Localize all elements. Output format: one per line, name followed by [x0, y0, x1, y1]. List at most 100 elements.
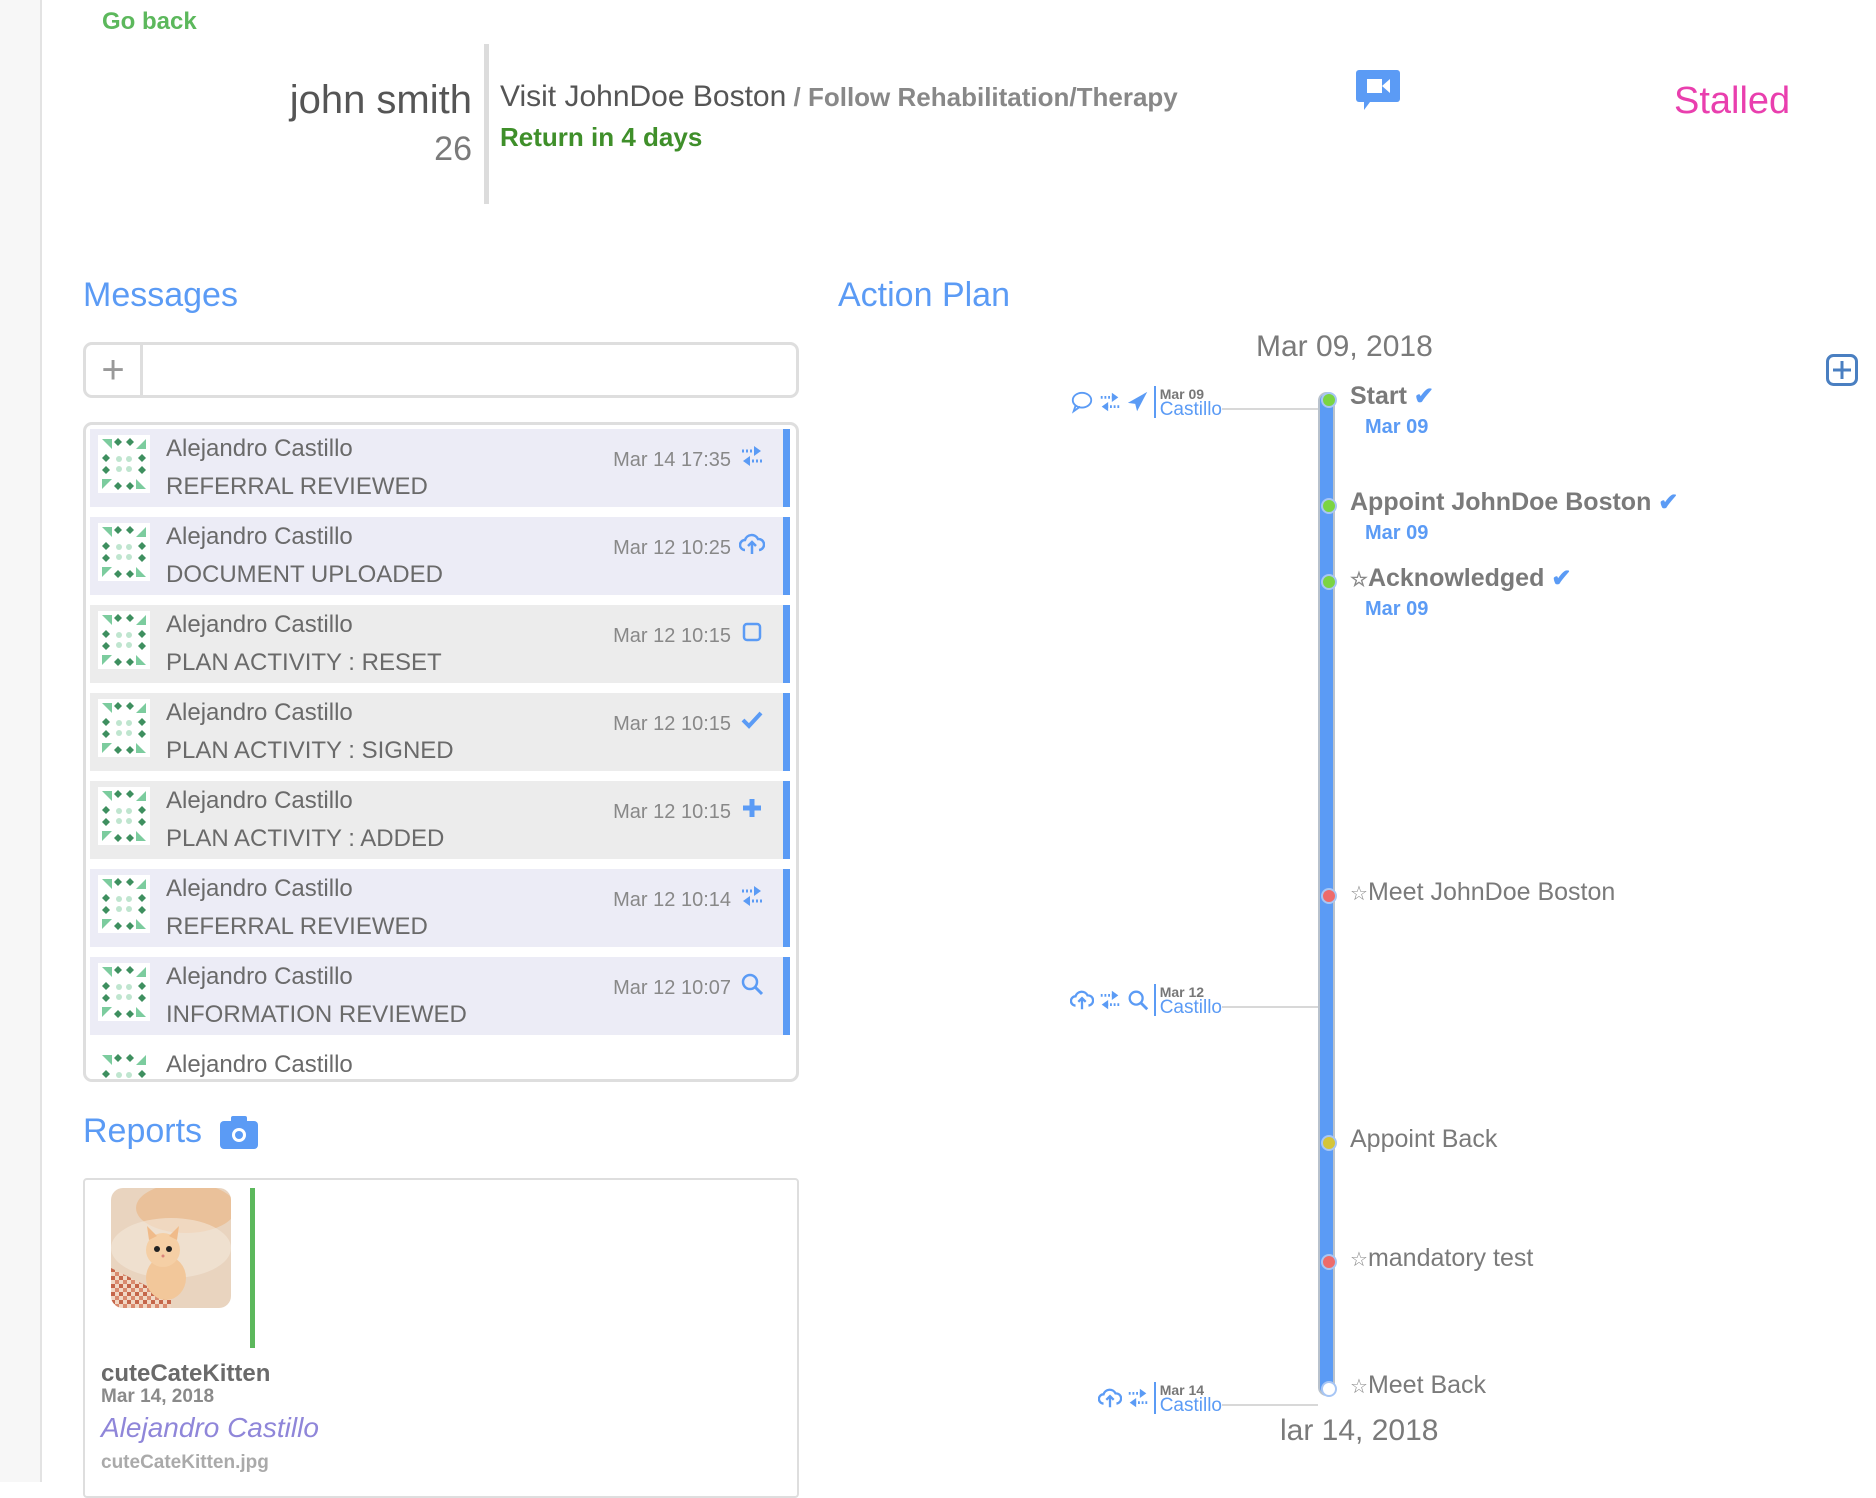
timeline-event[interactable]: Mar 14 Castillo: [1097, 1382, 1222, 1415]
message-type: [738, 531, 766, 557]
step-label: Appoint Back: [1350, 1125, 1498, 1153]
exchange-icon: [1128, 1388, 1147, 1408]
timeline-event[interactable]: Mar 12 Castillo: [1069, 984, 1222, 1017]
square-icon: [742, 622, 762, 642]
message-author: Alejandro Castillo: [166, 963, 353, 990]
message-time: Mar 12 10:15: [613, 625, 731, 647]
avatar: [98, 699, 150, 757]
plan-step[interactable]: Start ✔: [1350, 382, 1434, 411]
step-label: mandatory test: [1367, 1244, 1534, 1272]
avatar: [98, 1051, 150, 1079]
message-item[interactable]: Alejandro Castillo PLAN ACTIVITY : SIGNED…: [90, 693, 790, 771]
video-chat-button[interactable]: [1354, 66, 1402, 114]
star-icon[interactable]: ☆: [1350, 569, 1368, 591]
step-status-dot: [1321, 574, 1337, 590]
message-author: Alejandro Castillo: [166, 523, 353, 550]
message-type: [739, 707, 765, 733]
step-status-dot: [1321, 1135, 1337, 1151]
star-icon[interactable]: ☆: [1350, 1376, 1368, 1398]
identicon-avatar: [102, 1054, 146, 1078]
kitten-image: [111, 1188, 231, 1308]
step-label: Start: [1350, 382, 1407, 410]
timeline-event[interactable]: Mar 09 Castillo: [1070, 386, 1222, 419]
event-connector: [1222, 1006, 1318, 1008]
avatar: [98, 875, 150, 933]
visit-title: Visit JohnDoe Boston / Follow Rehabilita…: [500, 80, 1178, 114]
message-item[interactable]: Alejandro Castillo PLAN ACTIVITY : RESET M…: [90, 605, 790, 683]
plan-step[interactable]: ☆Meet JohnDoe Boston: [1350, 878, 1615, 907]
step-status-dot: [1321, 498, 1337, 514]
message-author: Alejandro Castillo: [166, 611, 353, 638]
message-author: Alejandro Castillo: [166, 787, 353, 814]
plus-icon: [743, 799, 761, 817]
step-status-dot: [1321, 1381, 1337, 1397]
check-icon: [741, 711, 763, 729]
plan-step[interactable]: ☆Meet Back: [1350, 1371, 1486, 1400]
event-author[interactable]: Castillo: [1160, 998, 1222, 1017]
identicon-avatar: [102, 702, 146, 754]
step-date: Mar 09: [1365, 522, 1429, 544]
visit-name: Visit JohnDoe Boston: [500, 80, 787, 113]
reports-header: Reports: [83, 1112, 259, 1151]
action-plan-title: Action Plan: [838, 276, 1010, 314]
message-author: Alejandro Castillo: [166, 875, 353, 902]
identicon-avatar: [102, 966, 146, 1018]
message-type: [739, 883, 765, 909]
star-icon[interactable]: ☆: [1350, 1249, 1368, 1271]
star-icon[interactable]: ☆: [1350, 883, 1368, 905]
exchange-icon: [742, 886, 762, 906]
message-action: DOCUMENT UPLOADED: [166, 561, 443, 588]
plan-step[interactable]: ☆Acknowledged ✔: [1350, 564, 1571, 593]
message-time: Mar 09 10:17: [620, 1079, 738, 1082]
patient-age: 26: [434, 130, 472, 168]
plan-step[interactable]: Appoint Back: [1350, 1125, 1497, 1154]
message-time: Mar 12 10:25: [613, 537, 731, 559]
report-status-bar: [250, 1188, 255, 1348]
check-icon: ✔: [1551, 565, 1572, 592]
message-list[interactable]: Alejandro Castillo REFERRAL REVIEWED Mar 1…: [83, 422, 799, 1082]
message-item[interactable]: Alejandro Castillo REFERRAL REVIEWED Mar 1…: [90, 869, 790, 947]
add-message-button[interactable]: +: [86, 345, 143, 395]
message-action: PLAN ACTIVITY : SIGNED: [166, 737, 454, 764]
step-label: Meet Back: [1367, 1371, 1487, 1399]
message-author: Alejandro Castillo: [166, 699, 353, 726]
event-meta: Mar 12 Castillo: [1153, 984, 1222, 1017]
event-author[interactable]: Castillo: [1160, 1396, 1222, 1415]
message-action: PLAN ACTIVITY : RESET: [166, 649, 442, 676]
identicon-avatar: [102, 438, 146, 490]
plan-step[interactable]: Appoint JohnDoe Boston ✔: [1350, 488, 1678, 517]
add-plan-step-icon[interactable]: [1826, 354, 1858, 386]
message-item[interactable]: Alejandro Castillo PLAN ACTIVITY : ADDED M…: [90, 781, 790, 859]
header-divider: [484, 44, 489, 204]
status-badge: Stalled: [1674, 80, 1791, 122]
message-item[interactable]: Alejandro Castillo INFORMATION REVIEWED Ma…: [90, 957, 790, 1035]
event-meta: Mar 09 Castillo: [1153, 386, 1222, 419]
search-icon: [741, 973, 764, 996]
message-composer: +: [83, 342, 799, 398]
go-back-link[interactable]: Go back: [102, 8, 197, 36]
search-icon: [1128, 990, 1148, 1011]
report-thumbnail[interactable]: [111, 1188, 231, 1308]
event-author[interactable]: Castillo: [1160, 400, 1222, 419]
message-action: REFERRAL REVIEWED: [166, 473, 428, 500]
camera-icon[interactable]: [220, 1115, 259, 1149]
message-type: [739, 619, 765, 645]
video-chat-icon: [1356, 70, 1400, 110]
identicon-avatar: [102, 878, 146, 930]
exchange-icon: [742, 446, 762, 466]
left-sidebar: [0, 0, 42, 1482]
report-author-link[interactable]: Alejandro Castillo: [101, 1412, 319, 1444]
message-time: Mar 14 17:35: [613, 449, 731, 471]
message-item[interactable]: Alejandro Castillo REFERRAL REVIEWED Mar 1…: [90, 429, 790, 507]
avatar: [98, 787, 150, 845]
message-action: INFORMATION REVIEWED: [166, 1001, 467, 1028]
report-filename: cuteCateKitten.jpg: [101, 1452, 269, 1473]
event-connector: [1222, 1404, 1318, 1406]
plan-step[interactable]: ☆mandatory test: [1350, 1244, 1533, 1273]
message-input[interactable]: [143, 345, 796, 395]
step-status-dot: [1321, 392, 1337, 408]
avatar: [98, 523, 150, 581]
message-item[interactable]: Alejandro Castillo Mar 09 10:17: [90, 1045, 790, 1082]
message-item[interactable]: Alejandro Castillo DOCUMENT UPLOADED Mar 1…: [90, 517, 790, 595]
avatar: [98, 611, 150, 669]
